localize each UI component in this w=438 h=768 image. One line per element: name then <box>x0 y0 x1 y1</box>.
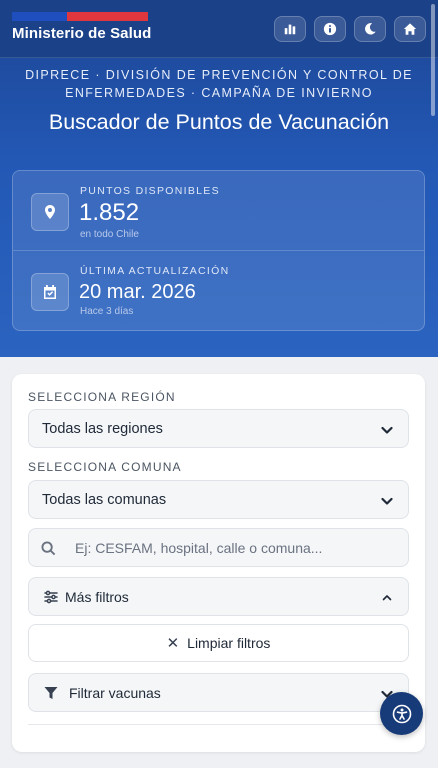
stat-icon-box <box>31 273 69 311</box>
funnel-icon <box>43 685 59 701</box>
home-button[interactable] <box>394 16 426 42</box>
home-icon <box>403 23 417 35</box>
divider <box>28 724 409 725</box>
chevron-down-icon <box>380 423 394 437</box>
more-filters-label: Más filtros <box>65 589 129 605</box>
top-navbar: Ministerio de Salud <box>0 0 438 58</box>
search-input[interactable] <box>75 529 395 566</box>
scrollbar-thumb[interactable] <box>431 4 435 116</box>
stat-note: en todo Chile <box>80 229 139 240</box>
commune-select[interactable]: Todas las comunas <box>28 480 409 519</box>
region-select-value: Todas las regiones <box>42 421 163 437</box>
search-icon <box>41 541 56 556</box>
stat-available-points: PUNTOS DISPONIBLES 1.852 en todo Chile <box>13 171 424 251</box>
stats-card: PUNTOS DISPONIBLES 1.852 en todo Chile Ú… <box>12 170 425 331</box>
stat-last-update: ÚLTIMA ACTUALIZACIÓN 20 mar. 2026 Hace 3… <box>13 251 424 331</box>
stat-value: 1.852 <box>79 199 140 226</box>
clear-filters-label: Limpiar filtros <box>187 635 271 651</box>
commune-label: SELECCIONA COMUNA <box>28 460 182 474</box>
stat-label: PUNTOS DISPONIBLES <box>80 185 220 197</box>
stat-label: ÚLTIMA ACTUALIZACIÓN <box>80 265 230 277</box>
dark-mode-button[interactable] <box>354 16 386 42</box>
chevron-up-icon <box>380 591 394 605</box>
stat-value: 20 mar. 2026 <box>79 281 196 303</box>
stat-note: Hace 3 días <box>80 306 134 317</box>
commune-select-value: Todas las comunas <box>42 492 167 508</box>
stats-button[interactable] <box>274 16 306 42</box>
region-select[interactable]: Todas las regiones <box>28 409 409 448</box>
bar-chart-icon <box>284 24 296 35</box>
sliders-icon <box>43 589 59 605</box>
accessibility-icon <box>392 704 411 723</box>
moon-icon <box>365 23 376 35</box>
search-field[interactable] <box>28 528 409 567</box>
region-label: SELECCIONA REGIÓN <box>28 390 176 404</box>
map-pin-icon <box>45 205 55 219</box>
brand-title[interactable]: Ministerio de Salud <box>12 25 151 42</box>
hero-banner: Ministerio de Salud DIPRECE · DIVISIÓN D… <box>0 0 438 357</box>
vaccine-filter-toggle[interactable]: Filtrar vacunas <box>28 673 409 712</box>
info-button[interactable] <box>314 16 346 42</box>
chevron-down-icon <box>380 494 394 508</box>
clear-filters-button[interactable]: ✕ Limpiar filtros <box>28 624 409 662</box>
chile-flag-stripe <box>12 12 148 21</box>
stat-icon-box <box>31 193 69 231</box>
more-filters-toggle[interactable]: Más filtros <box>28 577 409 616</box>
header-actions <box>274 16 426 42</box>
info-icon <box>323 22 337 36</box>
filters-panel: SELECCIONA REGIÓN Todas las regiones SEL… <box>12 374 425 752</box>
page-title: Buscador de Puntos de Vacunación <box>48 110 390 134</box>
hero-subtitle: DIPRECE · DIVISIÓN DE PREVENCIÓN Y CONTR… <box>25 68 413 100</box>
vaccine-filter-label: Filtrar vacunas <box>69 685 161 701</box>
accessibility-button[interactable] <box>380 692 423 735</box>
close-icon: ✕ <box>166 635 180 652</box>
calendar-check-icon <box>44 285 56 299</box>
